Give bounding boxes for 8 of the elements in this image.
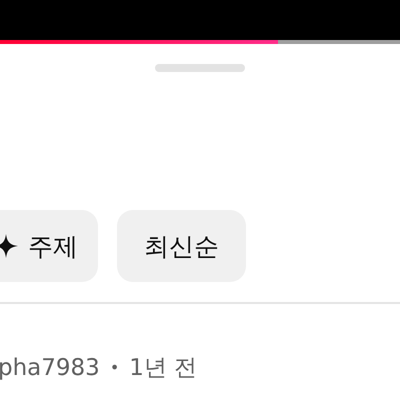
comment-time: 1년 전 (129, 354, 198, 383)
progress-bar[interactable] (0, 40, 400, 44)
sparkle-icon (0, 234, 18, 258)
filter-chip[interactable]: 주제 (0, 210, 98, 282)
separator-dot: • (110, 358, 120, 377)
drag-handle[interactable] (155, 64, 245, 72)
filter-chip[interactable]: 최신순 (117, 210, 246, 282)
comment-author[interactable]: pha7983 (0, 354, 100, 380)
